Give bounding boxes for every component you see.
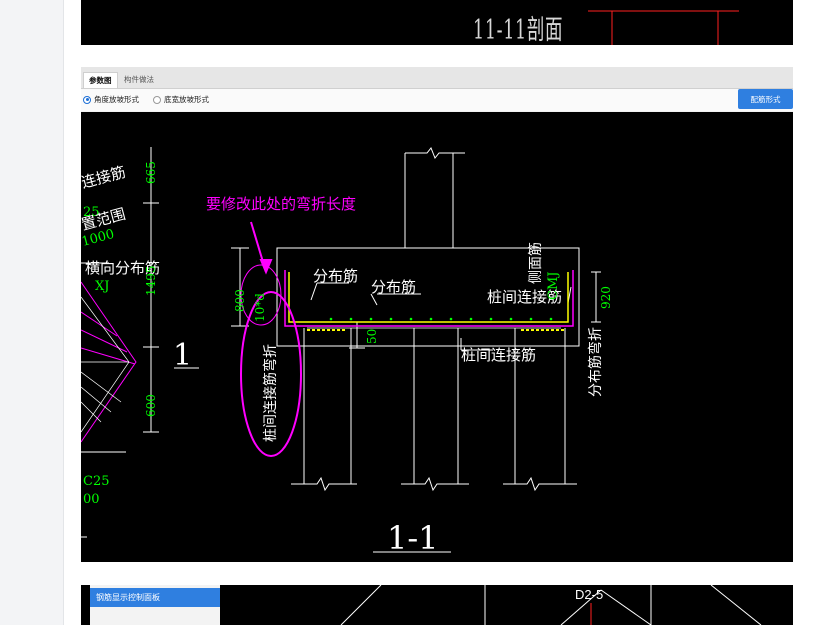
- label-pile-bend: 桩间连接筋弯折: [262, 344, 279, 442]
- label-dist-bar-2: 分布筋: [371, 278, 416, 296]
- drawing-canvas: 要修改此处的弯折长度 连接筋 25 置范围 1000 横向分布筋 XJ 1 C2…: [81, 112, 793, 562]
- rebar-display-control-panel: 钢筋显示控制面板: [90, 585, 220, 625]
- label-pile-between-2: 桩间连接筋: [461, 346, 536, 364]
- top-drawing-lines: [588, 10, 739, 45]
- cad-drawing: 要修改此处的弯折长度 连接筋 25 置范围 1000 横向分布筋 XJ 1 C2…: [81, 147, 613, 557]
- label-dim-800: 800: [233, 289, 247, 312]
- parameter-panel: 参数图 构件做法 角度放坡形式 底宽放坡形式 配筋形式 要修改此处的弯折长度 连…: [81, 67, 793, 562]
- callout-text: 要修改此处的弯折长度: [206, 195, 356, 213]
- options-row: 角度放坡形式 底宽放坡形式: [81, 89, 793, 111]
- rebar-form-button[interactable]: 配筋形式: [738, 89, 793, 109]
- tab-bar: 参数图 构件做法: [81, 67, 793, 89]
- label-dim-1495: 1495: [144, 265, 158, 296]
- option-angle-slope[interactable]: 角度放坡形式: [83, 94, 139, 105]
- label-dim-665: 665: [144, 161, 158, 184]
- label-bottom-c25: C25: [83, 474, 110, 489]
- tab-component-method[interactable]: 构件做法: [119, 72, 159, 88]
- grid-label-d2-5: D2-5: [575, 587, 604, 602]
- bottom-drawing-image: 钢筋显示控制面板 D2-5: [81, 585, 793, 625]
- option-label: 角度放坡形式: [94, 95, 139, 104]
- top-drawing-image: 11-11剖面: [81, 0, 793, 45]
- label-dim-50: 50: [365, 329, 379, 344]
- label-bottom-00: 00: [83, 492, 100, 507]
- label-pile-connect-1: 连接筋: [81, 163, 128, 192]
- control-panel-title: 钢筋显示控制面板: [90, 588, 220, 607]
- label-bend-formula: 10*d: [253, 293, 267, 322]
- label-dim-920: 920: [599, 286, 613, 309]
- radio-unselected-icon[interactable]: [153, 95, 161, 104]
- label-dim-600: 600: [144, 394, 158, 417]
- option-label: 底宽放坡形式: [164, 95, 209, 104]
- label-section-mark: 1: [173, 338, 192, 373]
- label-cmj: CMJ: [546, 272, 561, 300]
- label-xj: XJ: [95, 279, 109, 294]
- label-dist-bar-1: 分布筋: [313, 267, 358, 285]
- label-dist-bend: 分布筋弯折: [587, 327, 604, 397]
- tab-parameter-diagram[interactable]: 参数图: [83, 72, 118, 88]
- radio-selected-icon[interactable]: [83, 95, 91, 104]
- label-side-bar: 侧面筋: [527, 242, 544, 284]
- left-rail: [0, 0, 64, 625]
- section-title-1-1: 1-1: [387, 519, 439, 557]
- option-bottom-width-slope[interactable]: 底宽放坡形式: [153, 94, 209, 105]
